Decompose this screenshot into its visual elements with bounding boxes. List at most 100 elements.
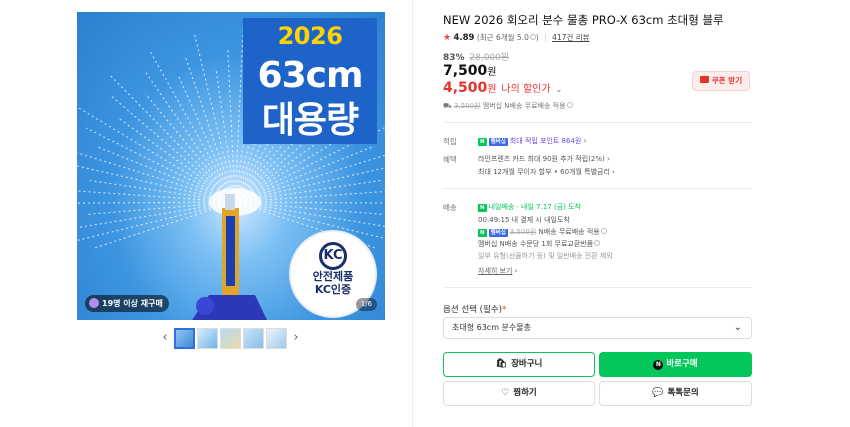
ad-headline-year: 2026 NEW [243,18,377,86]
thumbnail-next-icon[interactable]: › [289,327,303,349]
rating-separator: | [544,33,547,42]
rating-score: 4.89 [453,33,475,43]
benefit-label: 혜택 [443,155,457,164]
option-selected-value: 초대형 63cm 분수물총 [452,323,531,332]
spray-ray [77,106,236,203]
thumbnail-strip: ‹ › [158,327,303,349]
thumbnail-2[interactable] [197,327,218,349]
chevron-right-icon: › [514,267,518,275]
talktalk-inquiry-button[interactable]: 💬 톡톡문의 [599,381,752,406]
rating-note-end: ) [535,33,539,42]
ad-headline-size: 63cm [243,54,377,98]
thumbnail-5[interactable] [266,327,287,349]
chevron-right-icon: › [583,137,587,145]
membership-badge-icon: 멤버십 [488,229,508,237]
repurchase-text: 19명 이상 재구매 [102,299,163,308]
spray-ray [227,49,236,203]
wish-label: 찜하기 [513,388,537,398]
delivery-line-2: 00:49:15 내 결제 시 내일도착 [478,216,570,224]
option-select[interactable]: 초대형 63cm 분수물총 ⌄ [443,317,752,339]
npay-badge-icon: N [478,204,487,212]
discount-percent: 83% [443,53,465,63]
shipping-original-fee: 3,500원 [454,102,481,110]
chevron-right-icon: › [607,155,610,163]
spray-ray [77,201,236,241]
npay-badge-icon: N [478,229,487,237]
discount-row: 83% 28,000원 [443,50,509,63]
benefit-card-text: 라인프렌즈 카드 최대 90원 추가 적립(2%) [478,155,605,163]
sale-price-unit: 원 [487,67,497,78]
info-icon[interactable] [600,228,607,234]
delivery-more[interactable]: 자세히 보기 › [478,266,517,276]
divider [443,122,752,123]
see-more-link[interactable]: 자세히 보기 [478,267,512,275]
chat-bubble-icon: 💬 [652,388,664,398]
arrival-date: · 내일 7.17 (금) 도착 [516,203,581,211]
image-counter: 1/6 [355,298,377,311]
thumbnail-4[interactable] [243,327,264,349]
thumbnail-3[interactable] [220,327,241,349]
earn-label: 적립 [443,137,457,146]
coupon-button[interactable]: 쿠폰 받기 [692,71,750,91]
earn-row[interactable]: N 멤버십 최대 적립 포인트 864원 › [478,136,586,146]
delivery-free-note: N배송 무료배송 적용 [538,228,600,236]
option-label: 옵션 선택 (필수)* [443,303,506,315]
wishlist-button[interactable]: ♡ 찜하기 [443,381,595,406]
info-icon[interactable] [594,240,601,246]
heart-icon: ♡ [501,388,510,398]
talk-label: 톡톡문의 [667,388,699,398]
delivery-line-4: 멤버십 N배송 수문당 1회 무료교환반품 [478,239,601,249]
star-icon: ★ [443,33,452,43]
kc-logo-icon: KC [319,242,347,270]
kc-badge-line1: 안전제품 [312,270,354,283]
rating-note: (최근 6개월 5.0 [476,33,529,42]
membership-badge-icon: 멤버십 [488,138,508,146]
sale-price-value: 7,500 [443,63,488,79]
benefit-line-2[interactable]: 최대 12개월 무이자 할부 • 60개월 특별금리 › [478,167,615,177]
ad-headline-capacity: 대용량 [243,98,377,144]
repurchase-badge: 19명 이상 재구매 [85,295,169,312]
kc-badge-line2: KC인증 [314,283,352,296]
delivery-line-5: 일부 유형(선물하기 등) 및 일반배송 전환 제외 [478,252,613,260]
spray-ray [234,154,385,203]
thumbnail-1[interactable] [174,327,195,349]
npay-badge-icon: N [478,138,487,146]
my-discount-price[interactable]: 4,500원 나의 할인가 ⌄ [443,80,562,96]
delivery-original-fee: 3,500원 [509,228,537,236]
thumbnail-prev-icon[interactable]: ‹ [158,327,172,349]
product-main-image[interactable]: 2026 NEW 63cm 대용량 KC 안전제품 KC인증 19명 이상 재구… [77,12,385,320]
buy-label: 바로구매 [666,359,698,369]
add-to-cart-button[interactable]: 🛍 장바구니 [443,352,595,377]
cart-icon: 🛍 [495,359,508,369]
next-day-tag: 내일배송 [488,203,515,211]
original-price: 28,000원 [469,53,510,63]
spray-ray [184,55,236,203]
chevron-down-icon: ⌄ [733,322,742,333]
shipping-note: 멤버십 N배송 무료배송 적용 [482,102,566,110]
spray-ray [117,117,236,203]
earn-points-text: 최대 적립 포인트 864원 [509,137,582,145]
delivery-line-1: N 내일배송 · 내일 7.17 (금) 도착 [478,202,581,212]
product-title: NEW 2026 회오리 분수 물총 PRO-X 63cm 초대형 블루 [443,13,724,27]
buy-now-button[interactable]: N 바로구매 [599,352,752,377]
repurchase-icon [89,298,99,308]
column-divider [412,0,413,427]
sale-price: 7,500원 [443,63,497,79]
chevron-down-icon: ⌄ [555,85,563,94]
reviews-link[interactable]: 417건 리뷰 [552,33,589,42]
my-price-label: 나의 할인가 [501,84,551,95]
coupon-icon [699,76,709,83]
rating-row: ★ 4.89 (최근 6개월 5.0) | 417건 리뷰 [443,32,590,43]
membership-shipping-row: ⛟ 3,500원 멤버십 N배송 무료배송 적용 [443,101,573,111]
benefit-line-1[interactable]: 라인프렌즈 카드 최대 90원 추가 적립(2%) › [478,154,610,164]
divider [443,287,752,288]
divider [443,188,752,189]
my-price-value: 4,500 [443,80,488,96]
coupon-label: 쿠폰 받기 [711,76,743,85]
option-label-text: 옵션 선택 (필수) [443,305,502,315]
my-price-unit: 원 [487,84,497,95]
return-policy-text: 멤버십 N배송 수문당 1회 무료교환반품 [478,240,594,248]
npay-logo-icon: N [653,360,664,370]
info-icon[interactable] [566,102,573,108]
chevron-right-icon: › [612,168,615,176]
